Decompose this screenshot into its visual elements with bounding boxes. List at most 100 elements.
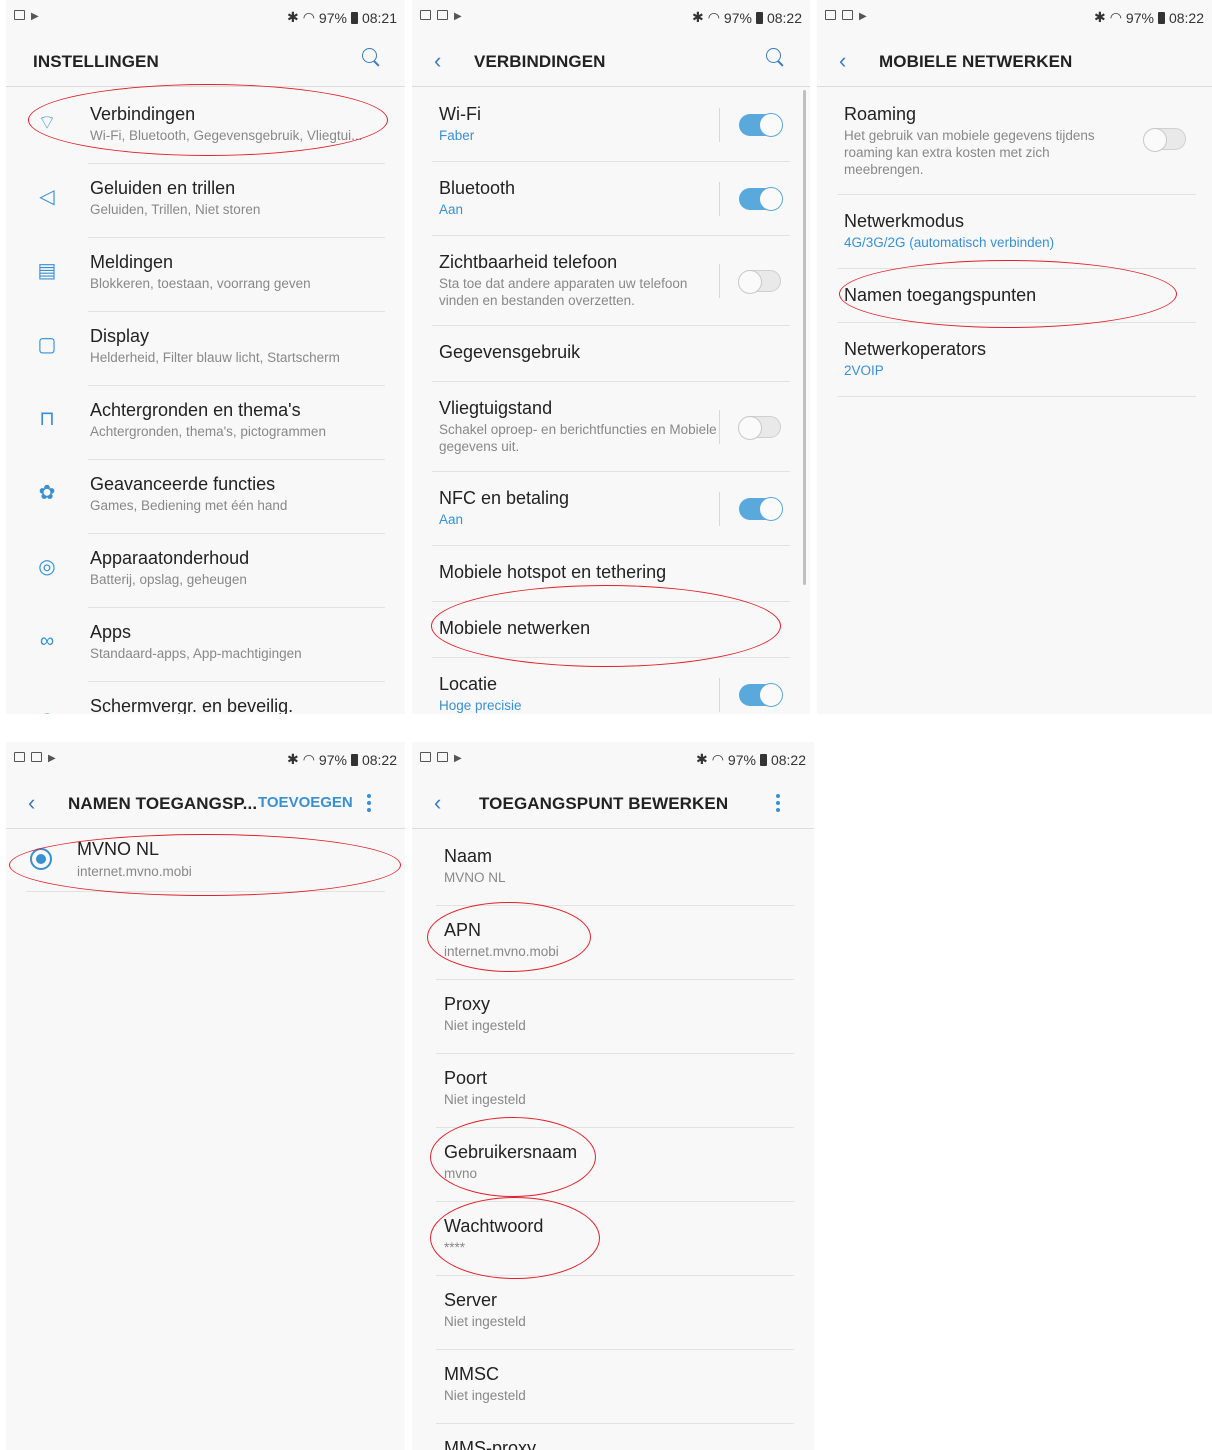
- image-icon: [420, 752, 431, 762]
- search-icon[interactable]: [362, 48, 380, 66]
- settings-item[interactable]: ◁ Geluiden en trillen Geluiden, Trillen, N…: [6, 164, 405, 238]
- connection-item-subtitle: Faber: [439, 128, 475, 143]
- apn-field-item[interactable]: Poort Niet ingesteld: [412, 1054, 814, 1128]
- back-icon[interactable]: ‹: [28, 790, 35, 816]
- back-icon[interactable]: ‹: [434, 48, 441, 74]
- apn-field-title: Poort: [444, 1068, 488, 1088]
- settings-item[interactable]: ⌔ Verbindingen Wi-Fi, Bluetooth, Gegevensg…: [6, 90, 405, 164]
- settings-item-subtitle: Achtergronden, thema's, pictogrammen: [90, 424, 326, 439]
- scrollbar[interactable]: [803, 90, 806, 585]
- clock: 08:22: [770, 751, 806, 768]
- settings-item[interactable]: ∞ Apps Standaard-apps, App-machtigingen: [6, 608, 405, 682]
- toggle-separator: [719, 678, 720, 712]
- radio-selected-icon[interactable]: [30, 848, 52, 870]
- settings-item[interactable]: ◎ Apparaatonderhoud Batterij, opslag, gehe…: [6, 534, 405, 608]
- notifications-icon: ▤: [37, 260, 57, 282]
- image-icon: [420, 10, 431, 20]
- more-options-icon[interactable]: [367, 794, 371, 815]
- add-button[interactable]: TOEVOEGEN: [258, 794, 353, 811]
- toggle-knob: [759, 683, 783, 707]
- toggle-knob: [759, 497, 783, 521]
- battery-percent: 97%: [1125, 9, 1154, 26]
- apn-item[interactable]: MVNO NL internet.mvno.mobi: [6, 830, 405, 892]
- bluetooth-icon: ✱: [691, 9, 704, 25]
- apn-field-item[interactable]: Naam MVNO NL: [412, 832, 814, 906]
- toggle-switch[interactable]: [739, 497, 783, 521]
- bluetooth-icon: ✱: [286, 9, 299, 25]
- connection-item[interactable]: Gegevensgebruik: [412, 326, 810, 382]
- network-item[interactable]: Roaming Het gebruik van mobiele gegevens …: [817, 88, 1212, 195]
- toggle-knob: [1143, 128, 1167, 152]
- connection-item[interactable]: NFC en betaling Aan: [412, 472, 810, 546]
- more-options-icon[interactable]: [776, 794, 780, 815]
- settings-item[interactable]: ⊓ Achtergronden en thema's Achtergronden, …: [6, 386, 405, 460]
- apn-field-item[interactable]: Gebruikersnaam mvno: [412, 1128, 814, 1202]
- back-icon[interactable]: ‹: [839, 48, 846, 74]
- apn-field-item[interactable]: Server Niet ingesteld: [412, 1276, 814, 1350]
- connection-item[interactable]: Mobiele hotspot en tethering: [412, 546, 810, 602]
- battery-icon: [350, 753, 358, 766]
- wifi-icon: ◠: [1109, 9, 1122, 25]
- connection-item[interactable]: Locatie Hoge precisie: [412, 658, 810, 714]
- apn-field-item[interactable]: Proxy Niet ingesteld: [412, 980, 814, 1054]
- status-right: ✱ ◠ 97% 08:22: [287, 751, 397, 768]
- connection-item[interactable]: Vliegtuigstand Schakel oproep- en bericht…: [412, 382, 810, 472]
- header-divider: [6, 86, 405, 87]
- notification-icons: [420, 10, 465, 20]
- battery-icon: [755, 11, 763, 24]
- battery-icon: [759, 753, 767, 766]
- search-icon[interactable]: [766, 48, 784, 66]
- apn-field-title: Server: [444, 1290, 498, 1310]
- notification-icons: [420, 752, 465, 762]
- display-icon: ▢: [37, 334, 57, 356]
- apn-field-item[interactable]: APN internet.mvno.mobi: [412, 906, 814, 980]
- settings-item-title: Meldingen: [90, 252, 174, 272]
- status-right: ✱ ◠ 97% 08:21: [287, 9, 397, 26]
- settings-item-title: Display: [90, 326, 150, 346]
- clock: 08:22: [1168, 9, 1204, 26]
- toggle-switch[interactable]: [738, 416, 781, 440]
- mail-icon: [31, 752, 42, 762]
- network-item[interactable]: Netwerkoperators 2VOIP: [817, 323, 1212, 397]
- settings-item[interactable]: ⌓ Schermvergr. en beveilig.: [6, 682, 405, 714]
- apn-field-item[interactable]: MMSC Niet ingesteld: [412, 1350, 814, 1424]
- toggle-switch[interactable]: [739, 683, 783, 707]
- flag-icon: [454, 10, 465, 20]
- status-bar: ✱◠97% 08:22: [412, 0, 810, 38]
- mail-icon: [842, 10, 853, 20]
- network-item[interactable]: Namen toegangspunten: [817, 269, 1212, 323]
- toggle-switch[interactable]: [1143, 128, 1186, 152]
- apps-icon: ∞: [39, 630, 55, 652]
- apn-field-item[interactable]: Wachtwoord ****: [412, 1202, 814, 1276]
- toggle-switch[interactable]: [739, 113, 783, 137]
- settings-item-subtitle: Blokkeren, toestaan, voorrang geven: [90, 276, 311, 291]
- screen-mobiele-netwerken: ✱◠97% 08:22 ‹ MOBIELE NETWERKEN Roaming He…: [817, 0, 1212, 714]
- connection-item[interactable]: Wi-Fi Faber: [412, 88, 810, 162]
- connection-item[interactable]: Bluetooth Aan: [412, 162, 810, 236]
- settings-item[interactable]: ✿ Geavanceerde functies Games, Bediening m…: [6, 460, 405, 534]
- toggle-switch[interactable]: [738, 270, 781, 294]
- bluetooth-icon: ✱: [1093, 9, 1106, 25]
- mail-icon: [437, 752, 448, 762]
- app-bar: ‹ TOEGANGSPUNT BEWERKEN: [412, 780, 814, 828]
- status-bar: ✱◠97% 08:22: [817, 0, 1212, 38]
- apn-field-title: Proxy: [444, 994, 491, 1014]
- toggle-knob: [759, 113, 783, 137]
- back-icon[interactable]: ‹: [434, 790, 441, 816]
- status-bar: ✱◠97% 08:22: [412, 742, 814, 780]
- settings-item-title: Apps: [90, 622, 132, 642]
- apn-field-item[interactable]: MMS-proxy: [412, 1424, 814, 1450]
- settings-item-subtitle: Helderheid, Filter blauw licht, Startsch…: [90, 350, 340, 365]
- network-item-subtitle: Het gebruik van mobiele gegevens tijdens…: [844, 128, 1095, 177]
- connection-item-title: NFC en betaling: [439, 488, 570, 508]
- connection-item-title: Gegevensgebruik: [439, 342, 581, 362]
- bluetooth-icon: ✱: [695, 751, 708, 767]
- network-item[interactable]: Netwerkmodus 4G/3G/2G (automatisch verbin…: [817, 195, 1212, 269]
- connection-item-subtitle: Aan: [439, 512, 464, 527]
- settings-item[interactable]: ▤ Meldingen Blokkeren, toestaan, voorrang …: [6, 238, 405, 312]
- connection-item[interactable]: Zichtbaarheid telefoon Sta toe dat andere…: [412, 236, 810, 326]
- settings-item[interactable]: ▢ Display Helderheid, Filter blauw licht, …: [6, 312, 405, 386]
- connection-item[interactable]: Mobiele netwerken: [412, 602, 810, 658]
- toggle-switch[interactable]: [739, 187, 783, 211]
- gear-plus-icon: ✿: [38, 482, 56, 504]
